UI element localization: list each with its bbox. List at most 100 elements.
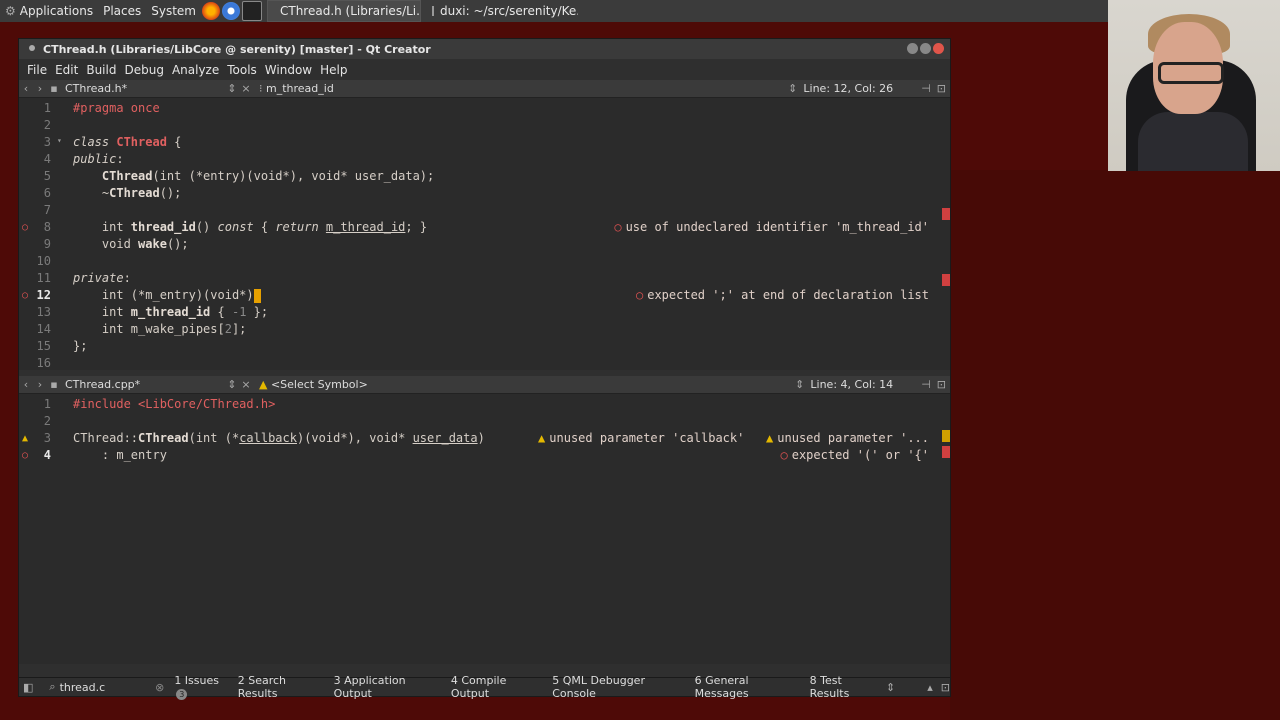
code-line: 10 <box>36 254 51 268</box>
code-line: 7 <box>43 203 51 217</box>
error-icon: ○ <box>614 220 622 234</box>
qtcreator-window: CThread.h (Libraries/LibCore @ serenity)… <box>18 38 951 700</box>
locator-input[interactable]: thread.c <box>60 681 106 694</box>
code-line: 1 #pragma once <box>43 101 160 115</box>
top-editor[interactable]: 1 #pragma once 2 3 ▾ class CThread { 4 publi… <box>19 98 950 370</box>
code-line: 5 CThread(int (*entry)(void*), void* use… <box>43 169 435 183</box>
clear-locator-icon[interactable]: ⊗ <box>155 681 164 694</box>
close-file-icon[interactable]: × <box>239 82 253 95</box>
toggle-sidebar-icon[interactable]: ◧ <box>23 681 33 694</box>
code-line: 16 <box>36 356 51 370</box>
bottom-file-selector[interactable]: CThread.cpp* <box>65 378 225 391</box>
window-menu-icon[interactable] <box>29 45 35 51</box>
tab-issues[interactable]: 1 Issues3 <box>174 674 229 700</box>
tab-general-messages[interactable]: 6 General Messages <box>695 674 802 700</box>
code-line: 9 void wake(); <box>43 237 189 251</box>
forward-icon[interactable]: › <box>33 378 47 391</box>
menu-debug[interactable]: Debug <box>120 63 167 77</box>
code-line: ▲ 3 CThread::CThread(int (*callback)(void*… <box>22 431 929 445</box>
code-line: 3 ▾ class CThread { <box>43 135 182 149</box>
menu-tools[interactable]: Tools <box>223 63 261 77</box>
split-icon[interactable]: ⊣ <box>921 82 931 95</box>
menu-analyze[interactable]: Analyze <box>168 63 223 77</box>
code-line: 15}; <box>36 339 88 353</box>
tab-compile-output[interactable]: 4 Compile Output <box>451 674 544 700</box>
error-icon: ○ <box>780 448 788 462</box>
bottom-cursor-position[interactable]: Line: 4, Col: 14 <box>810 378 893 391</box>
system-menu[interactable]: System <box>146 0 201 22</box>
terminal-icon[interactable] <box>241 1 262 21</box>
fold-icon[interactable]: ▾ <box>57 136 62 145</box>
task-qtcreator[interactable]: CThread.h (Libraries/Li... <box>266 0 421 22</box>
back-icon[interactable]: ‹ <box>19 82 33 95</box>
task-terminal[interactable]: duxi: ~/src/serenity/Ke... <box>424 0 579 22</box>
desktop-panel: ⚙ Applications Places System CThread.h (L… <box>0 0 1280 22</box>
locator[interactable]: ⌕ thread.c <box>49 680 155 694</box>
more-tabs-icon[interactable]: ⇕ <box>886 681 895 694</box>
code-line: ○ 4 : m_entry ○ expected '(' or '{' <box>22 448 929 462</box>
webcam-shirt <box>1138 112 1248 171</box>
error-marker[interactable] <box>942 446 950 458</box>
warning-icon: ▲ <box>538 431 546 445</box>
forward-icon[interactable]: › <box>33 82 47 95</box>
close-split-icon[interactable]: ⊡ <box>937 378 946 391</box>
warning-icon: ▲ <box>259 378 271 391</box>
code-line: 11 private: <box>36 271 131 285</box>
top-file-selector[interactable]: CThread.h* <box>65 82 225 95</box>
close-split-icon[interactable]: ⊡ <box>937 82 946 95</box>
firefox-icon[interactable] <box>201 2 220 20</box>
file-dropdown-icon[interactable]: ⇕ <box>225 378 239 391</box>
applications-menu[interactable]: ⚙ Applications <box>0 0 98 22</box>
position-dropdown-icon[interactable]: ⇕ <box>788 82 797 95</box>
places-menu[interactable]: Places <box>98 0 146 22</box>
menu-help[interactable]: Help <box>316 63 351 77</box>
top-symbol-selector[interactable]: ⁝ m_thread_id <box>259 82 334 95</box>
lock-icon: ▪ <box>50 378 58 391</box>
webcam-overlay <box>1108 0 1280 171</box>
maximize-button[interactable] <box>920 43 931 54</box>
diagnostic-message: ○ use of undeclared identifier 'm_thread_… <box>614 220 929 234</box>
output-pane-bar: ◧ ⌕ thread.c ⊗ 1 Issues3 2 Search Result… <box>19 674 950 700</box>
warning-marker[interactable] <box>942 430 950 442</box>
diagnostic-message: ○ expected '(' or '{' <box>780 448 929 462</box>
code-line: 6 ~CThread(); <box>43 186 182 200</box>
error-icon: ○ <box>636 288 644 302</box>
close-button[interactable] <box>933 43 944 54</box>
chromium-icon[interactable] <box>221 2 240 20</box>
bottom-symbol-selector[interactable]: ▲ <Select Symbol> <box>259 378 368 391</box>
search-icon: ⌕ <box>49 680 56 693</box>
tab-qml-debugger-console[interactable]: 5 QML Debugger Console <box>552 674 686 700</box>
bottom-editor[interactable]: 1 #include <LibCore/CThread.h> 2 ▲ 3 CThrea… <box>19 394 950 664</box>
terminal-small-icon <box>431 6 434 16</box>
text-cursor <box>253 288 261 303</box>
tab-test-results[interactable]: 8 Test Results <box>810 674 882 700</box>
diagnostic-message: ○ expected ';' at end of declaration list <box>636 288 929 302</box>
file-dropdown-icon[interactable]: ⇕ <box>225 82 239 95</box>
position-dropdown-icon[interactable]: ⇕ <box>795 378 804 391</box>
bottom-editor-scrollbar[interactable] <box>942 394 950 664</box>
close-output-icon[interactable]: ⊡ <box>941 681 950 694</box>
close-file-icon[interactable]: × <box>239 378 253 391</box>
top-cursor-position[interactable]: Line: 12, Col: 26 <box>803 82 893 95</box>
window-titlebar[interactable]: CThread.h (Libraries/LibCore @ serenity)… <box>19 39 950 59</box>
menu-build[interactable]: Build <box>82 63 120 77</box>
code-line: 13 int m_thread_id { -1 }; <box>36 305 269 319</box>
top-editor-scrollbar[interactable] <box>942 98 950 370</box>
minimize-button[interactable] <box>907 43 918 54</box>
error-marker[interactable] <box>942 274 950 286</box>
menu-file[interactable]: File <box>23 63 51 77</box>
menu-window[interactable]: Window <box>261 63 316 77</box>
tab-application-output[interactable]: 3 Application Output <box>334 674 443 700</box>
diagnostic-message: ▲ unused parameter 'callback' ▲ unused par… <box>538 431 929 445</box>
desktop-background <box>950 170 1280 720</box>
code-line: 2 <box>43 118 51 132</box>
maximize-output-icon[interactable]: ▴ <box>927 681 933 694</box>
code-line: ○ 8 int thread_id() const { return m_thre… <box>22 220 929 234</box>
split-icon[interactable]: ⊣ <box>921 378 931 391</box>
back-icon[interactable]: ‹ <box>19 378 33 391</box>
error-marker[interactable] <box>942 208 950 220</box>
code-line: 1 #include <LibCore/CThread.h> <box>43 397 276 411</box>
menu-edit[interactable]: Edit <box>51 63 82 77</box>
tab-search-results[interactable]: 2 Search Results <box>238 674 326 700</box>
code-line: ○ 12 int (*m_entry)(void*) ○ expected ';' a… <box>22 288 929 303</box>
